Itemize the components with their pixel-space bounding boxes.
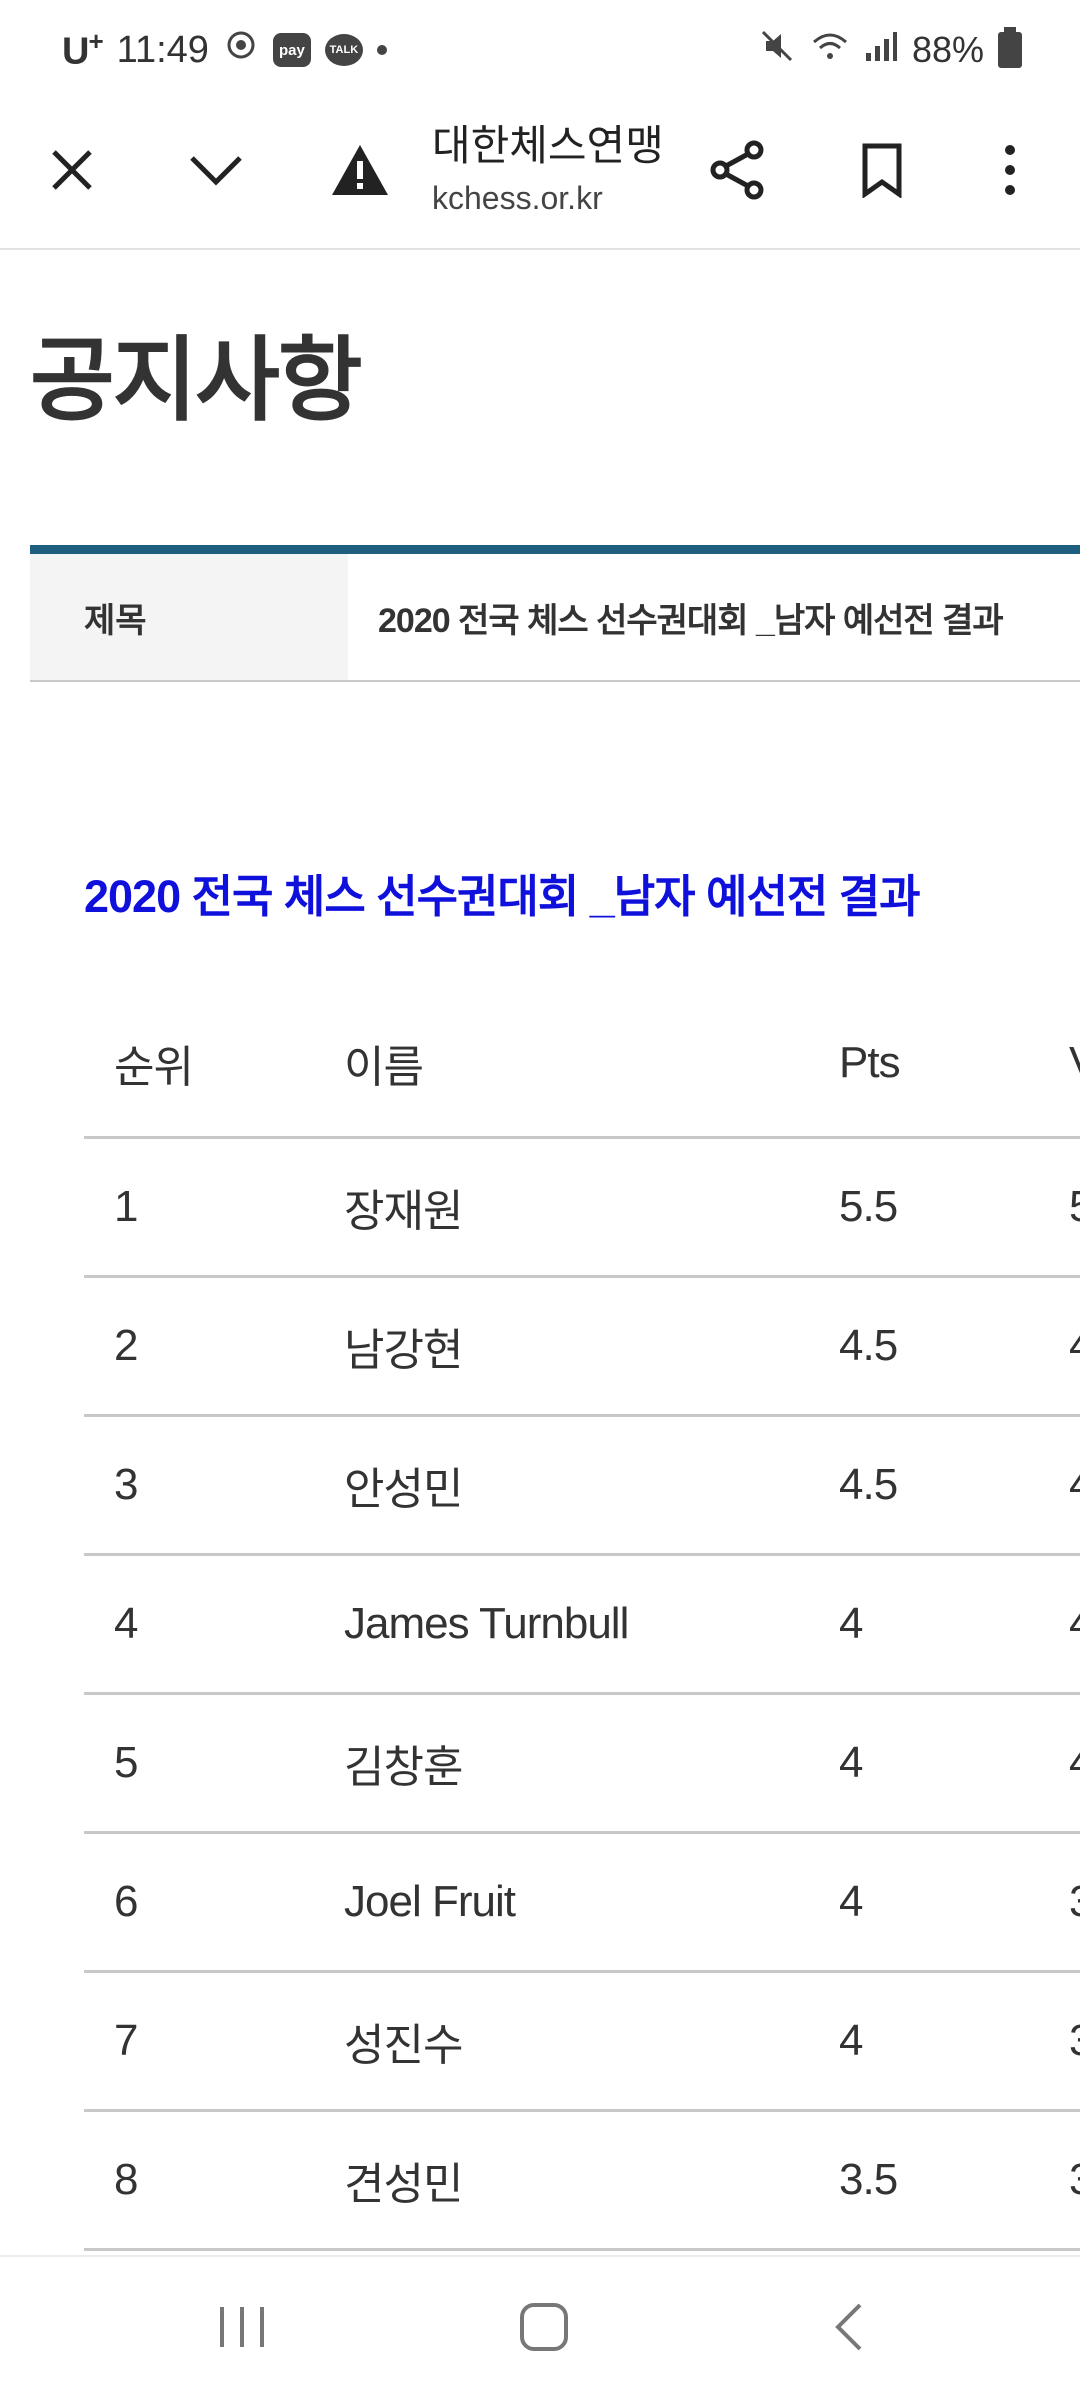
wifi-icon [810,28,850,73]
cell-name: 김창훈 [344,1693,839,1834]
share-icon[interactable] [698,130,778,210]
table-header-row: 순위 이름 Pts V [84,990,1080,1139]
system-nav-bar [0,2255,1080,2402]
cell-pts: 4 [839,1971,1069,2112]
results-table: 순위 이름 Pts V 1 장재원 5.5 5 2 남강현 4.5 4 3 안성… [84,990,1080,2251]
cell-name: 장재원 [344,1137,839,1278]
more-notifications-icon [376,45,387,55]
cell-name: 안성민 [344,1415,839,1556]
page-heading: 공지사항 [30,330,363,432]
header-v: V [1069,990,1080,1139]
status-bar-left: U+ 11:49 pay TALK [62,22,387,78]
subject-value: 2020 전국 체스 선수권대회 _남자 예선전 결과 [378,601,1004,640]
header-name: 이름 [344,990,839,1139]
subject-row: 제목 2020 전국 체스 선수권대회 _남자 예선전 결과 [30,545,1080,682]
header-pts: Pts [839,990,1069,1139]
cell-pts: 4 [839,1693,1069,1834]
subject-label: 제목 [30,554,348,680]
page-url[interactable]: kchess.or.kr [432,180,603,217]
back-icon[interactable] [798,2287,898,2367]
cell-pts: 4.5 [839,1276,1069,1417]
browser-toolbar: 대한체스연맹 kchess.or.kr [0,100,1080,250]
cell-name: James Turnbull [344,1554,839,1695]
cell-pts: 4 [839,1832,1069,1973]
signal-icon [864,29,898,72]
table-row: 8 견성민 3.5 3 [84,2110,1080,2251]
cell-v: 4 [1069,1276,1080,1417]
cell-rank: 5 [84,1693,344,1834]
carrier-label: U+ [62,26,104,73]
close-icon[interactable] [32,130,112,210]
cell-v: 4 [1069,1415,1080,1556]
home-icon[interactable] [494,2287,594,2367]
cell-v: 3 [1069,1832,1080,1973]
cell-rank: 8 [84,2110,344,2251]
table-row: 5 김창훈 4 4 [84,1693,1080,1834]
status-bar: U+ 11:49 pay TALK 88% [0,0,1080,100]
page-title: 대한체스연맹 [432,122,664,169]
bookmark-icon[interactable] [842,130,922,210]
cell-rank: 7 [84,1971,344,2112]
cell-v: 4 [1069,1554,1080,1695]
results-table-container[interactable]: 순위 이름 Pts V 1 장재원 5.5 5 2 남강현 4.5 4 3 안성… [84,990,1080,2251]
pay-icon: pay [272,33,311,67]
cell-rank: 6 [84,1832,344,1973]
table-row: 7 성진수 4 3 [84,1971,1080,2112]
clock: 11:49 [116,28,209,71]
cell-v: 4 [1069,1693,1080,1834]
cell-rank: 4 [84,1554,344,1695]
talk-icon: TALK [324,34,363,66]
cell-pts: 3.5 [839,2110,1069,2251]
cell-rank: 2 [84,1276,344,1417]
battery-percent: 88% [911,29,984,70]
more-vert-icon[interactable] [970,130,1050,210]
post-title: 2020 전국 체스 선수권대회 _남자 예선전 결과 [84,871,921,922]
recents-icon[interactable] [192,2287,292,2367]
warning-icon[interactable] [320,130,400,210]
cell-pts: 4.5 [839,1415,1069,1556]
mute-icon [758,27,796,74]
cell-v: 3 [1069,2110,1080,2251]
cell-name: 남강현 [344,1276,839,1417]
table-row: 2 남강현 4.5 4 [84,1276,1080,1417]
table-row: 6 Joel Fruit 4 3 [84,1832,1080,1973]
cell-pts: 4 [839,1554,1069,1695]
cell-v: 5 [1069,1137,1080,1278]
table-row: 4 James Turnbull 4 4 [84,1554,1080,1695]
cell-name: 견성민 [344,2110,839,2251]
cell-name: 성진수 [344,1971,839,2112]
status-bar-right: 88% [758,22,1022,78]
table-row: 1 장재원 5.5 5 [84,1137,1080,1278]
cell-pts: 5.5 [839,1137,1069,1278]
cell-name: Joel Fruit [344,1832,839,1973]
cell-v: 3 [1069,1971,1080,2112]
cell-rank: 3 [84,1415,344,1556]
header-rank: 순위 [84,990,344,1139]
cell-rank: 1 [84,1137,344,1278]
notification-app-icon [223,27,259,73]
chevron-down-icon[interactable] [176,130,256,210]
table-row: 3 안성민 4.5 4 [84,1415,1080,1556]
battery-icon [998,27,1022,68]
